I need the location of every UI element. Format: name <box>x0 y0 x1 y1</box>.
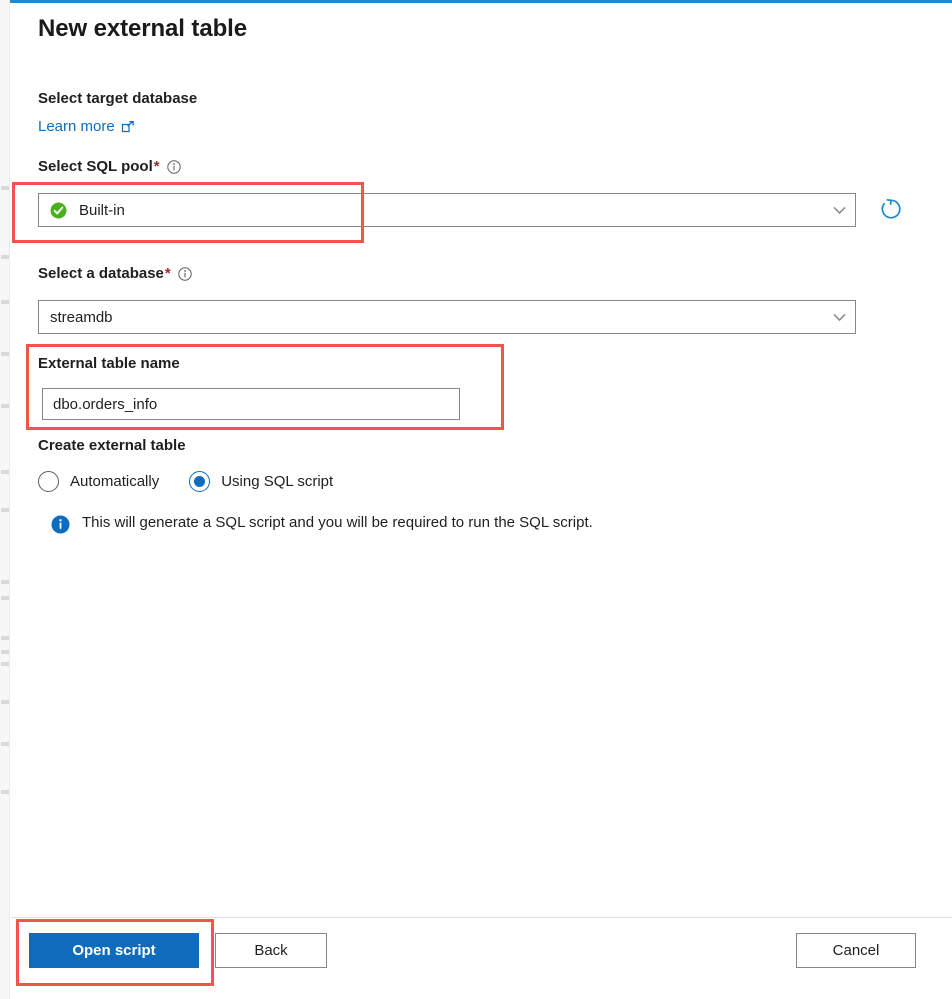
database-dropdown[interactable]: streamdb <box>38 300 856 334</box>
radio-automatically[interactable]: Automatically <box>38 471 159 492</box>
chevron-down-icon <box>825 206 853 215</box>
target-database-heading: Select target database <box>38 90 198 107</box>
create-mode-radio-group: Automatically Using SQL script <box>38 471 333 492</box>
background-panel-sliver <box>0 0 10 999</box>
info-message-text: This will generate a SQL script and you … <box>82 514 593 531</box>
page-title: New external table <box>38 15 247 42</box>
info-message: This will generate a SQL script and you … <box>51 514 593 534</box>
new-external-table-dialog: New external table Select target databas… <box>0 0 952 999</box>
sql-pool-dropdown[interactable]: Built-in <box>38 193 856 227</box>
back-button[interactable]: Back <box>215 933 327 968</box>
info-outline-icon[interactable] <box>178 266 192 281</box>
learn-more-label: Learn more <box>38 118 115 135</box>
database-label: Select a database * <box>38 265 192 282</box>
database-value: streamdb <box>50 308 113 326</box>
radio-circle-icon <box>38 471 59 492</box>
refresh-icon <box>878 196 904 225</box>
sql-pool-label: Select SQL pool * <box>38 158 181 175</box>
chevron-down-icon <box>825 313 853 322</box>
required-asterisk: * <box>153 158 160 175</box>
footer-divider <box>11 917 952 918</box>
sql-pool-value: Built-in <box>79 201 125 219</box>
radio-using-sql-script-label: Using SQL script <box>221 473 334 490</box>
create-external-table-heading: Create external table <box>38 437 186 454</box>
radio-using-sql-script[interactable]: Using SQL script <box>189 471 333 492</box>
dialog-body: New external table Select target databas… <box>11 3 952 999</box>
open-script-button[interactable]: Open script <box>29 933 199 968</box>
external-table-name-input[interactable] <box>42 388 460 420</box>
external-table-name-label: External table name <box>38 355 180 372</box>
success-check-icon <box>50 202 67 219</box>
info-filled-icon <box>51 515 70 534</box>
database-label-text: Select a database <box>38 265 164 282</box>
external-table-name-label-text: External table name <box>38 355 180 372</box>
required-asterisk: * <box>164 265 171 282</box>
radio-automatically-label: Automatically <box>70 473 160 490</box>
sql-pool-label-text: Select SQL pool <box>38 158 153 175</box>
cancel-button[interactable]: Cancel <box>796 933 916 968</box>
learn-more-link[interactable]: Learn more <box>38 118 135 135</box>
external-link-icon <box>121 120 135 134</box>
info-outline-icon[interactable] <box>166 159 181 174</box>
refresh-button[interactable] <box>874 193 908 227</box>
radio-circle-selected-icon <box>189 471 211 492</box>
